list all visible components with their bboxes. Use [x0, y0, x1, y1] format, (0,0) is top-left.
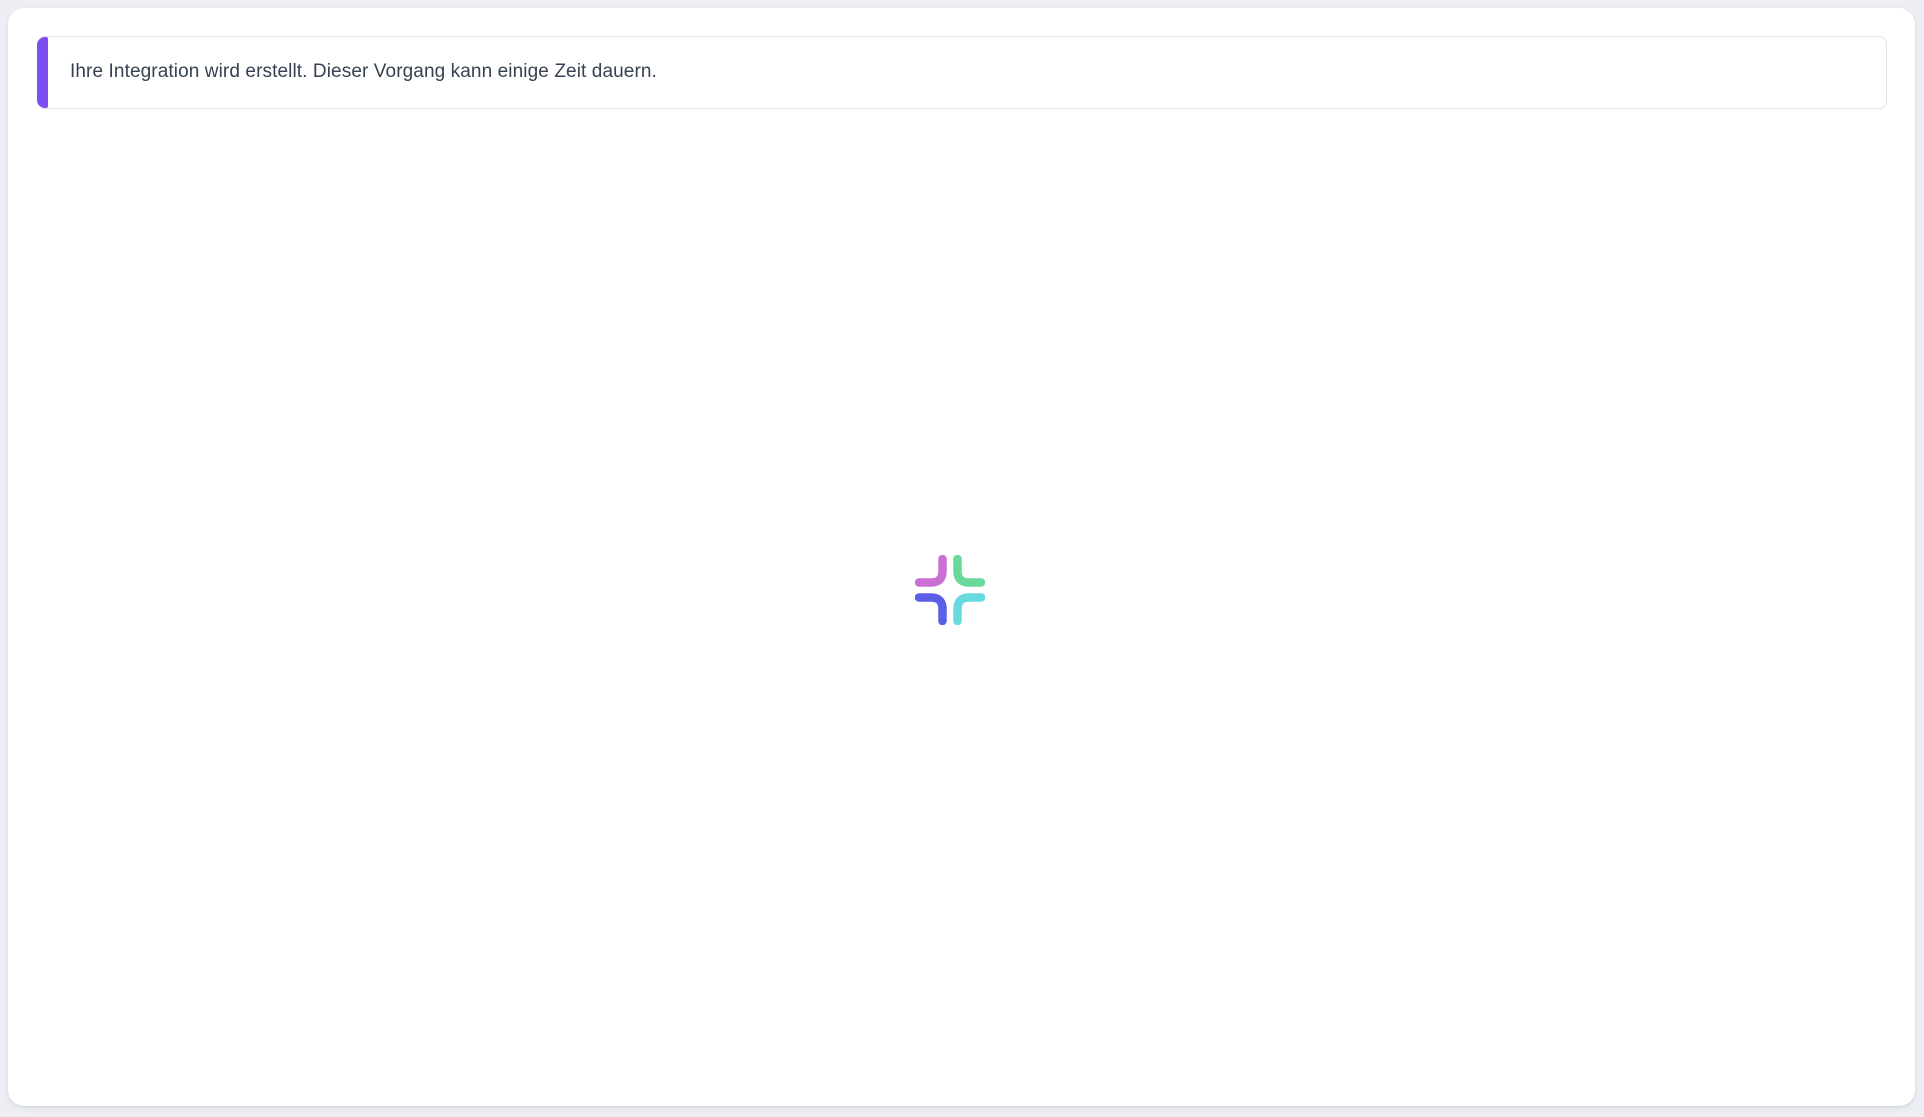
desktop-background: { "window": { "background_color": "#edef… — [0, 0, 1924, 1117]
banner-accent-bar — [37, 37, 48, 108]
spinner-arm-blue-icon — [919, 597, 943, 621]
spinner-arm-teal-icon — [957, 597, 981, 621]
page-container: Ihre Integration wird erstellt. Dieser V… — [8, 8, 1915, 1106]
spinner-arm-pink-icon — [919, 559, 943, 583]
banner-message: Ihre Integration wird erstellt. Dieser V… — [70, 60, 657, 85]
notification-banner: Ihre Integration wird erstellt. Dieser V… — [37, 36, 1887, 109]
spinner-arm-green-icon — [957, 559, 981, 583]
main-content — [8, 109, 1915, 1106]
loading-spinner-icon — [915, 555, 985, 625]
